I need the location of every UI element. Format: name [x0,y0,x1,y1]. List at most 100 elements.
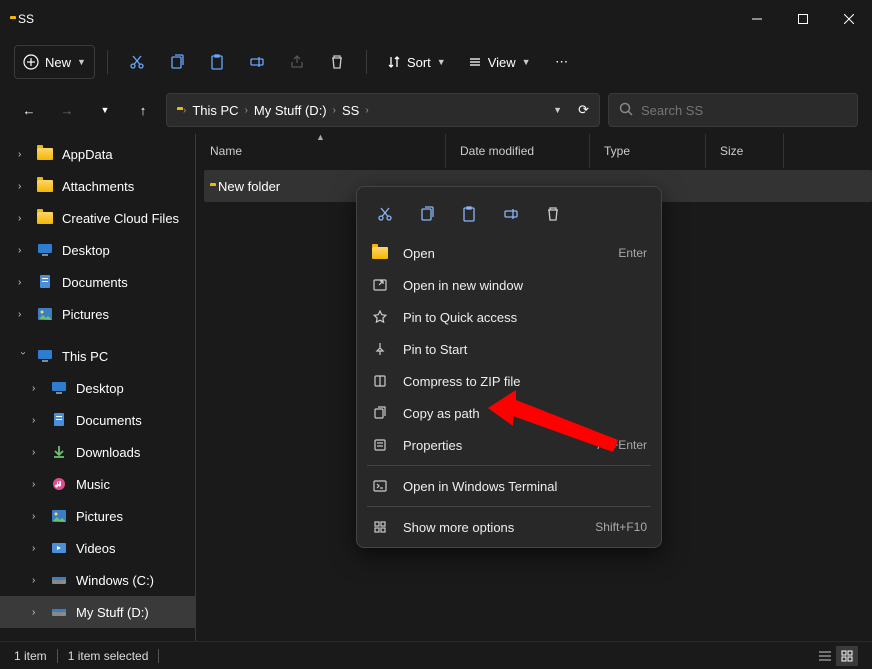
chevron-icon[interactable]: › [32,543,42,554]
cm-copy-button[interactable] [409,197,445,231]
chevron-icon[interactable]: › [32,511,42,522]
pin-icon [371,342,389,356]
column-type[interactable]: Type [590,134,706,168]
sidebar-item[interactable]: › Creative Cloud Files [0,202,195,234]
cm-cut-button[interactable] [367,197,403,231]
chevron-icon[interactable]: › [18,245,28,256]
pc-icon [36,349,54,363]
column-size[interactable]: Size [706,134,784,168]
videos-icon [50,541,68,555]
sidebar-item[interactable]: ›Windows (C:) [0,564,195,596]
cm-show-more[interactable]: Show more optionsShift+F10 [357,511,661,543]
cm-pin-quick-access[interactable]: Pin to Quick access [357,301,661,333]
sort-button[interactable]: Sort ▼ [379,45,454,79]
column-date[interactable]: Date modified [446,134,590,168]
sidebar-item-thispc[interactable]: › This PC [0,340,195,372]
chevron-icon[interactable]: › [18,277,28,288]
copy-button[interactable] [160,45,194,79]
view-label: View [488,55,516,70]
cm-delete-button[interactable] [535,197,571,231]
sidebar-item[interactable]: › Desktop [0,234,195,266]
rename-button[interactable] [240,45,274,79]
forward-button[interactable]: → [52,95,82,125]
chevron-icon[interactable]: › [32,607,42,618]
cm-open-new-window[interactable]: Open in new window [357,269,661,301]
up-button[interactable]: ↑ [128,95,158,125]
breadcrumb[interactable]: › This PC › My Stuff (D:) › SS › ▼ ⟳ [166,93,600,127]
sidebar-item[interactable]: ›Videos [0,532,195,564]
sidebar-item[interactable]: › Desktop [0,372,195,404]
paste-button[interactable] [200,45,234,79]
new-button[interactable]: New ▼ [14,45,95,79]
tree-label: This PC [62,349,108,364]
chevron-icon[interactable]: › [32,575,42,586]
address-bar: ← → ▼ ↑ › This PC › My Stuff (D:) › SS ›… [0,86,872,134]
more-button[interactable]: ⋯ [545,45,579,79]
view-button[interactable]: View ▼ [460,45,539,79]
thumbnails-view-button[interactable] [836,646,858,666]
selected-count: 1 item selected [68,649,149,663]
cm-rename-button[interactable] [493,197,529,231]
search-input[interactable] [641,103,847,118]
cm-paste-button[interactable] [451,197,487,231]
delete-button[interactable] [320,45,354,79]
details-view-button[interactable] [814,646,836,666]
sidebar-item[interactable]: ›Documents [0,404,195,436]
sidebar-item[interactable]: ›AppData [0,138,195,170]
cm-copy-as-path[interactable]: Copy as path [357,397,661,429]
sidebar-item[interactable]: ›Pictures [0,500,195,532]
minimize-button[interactable] [734,3,780,35]
breadcrumb-part[interactable]: This PC [192,103,238,118]
folder-icon [36,212,54,224]
sidebar-item[interactable]: ›My Stuff (D:) [0,596,195,628]
chevron-icon[interactable]: › [18,309,28,320]
cm-pin-start[interactable]: Pin to Start [357,333,661,365]
chevron-icon[interactable]: › [18,149,28,160]
recent-button[interactable]: ▼ [90,95,120,125]
chevron-icon[interactable]: › [32,415,42,426]
cm-open[interactable]: OpenEnter [357,237,661,269]
window-icon [371,278,389,292]
chevron-icon[interactable]: › [32,383,42,394]
tree-label: Desktop [76,381,124,396]
chevron-icon[interactable]: › [18,181,28,192]
chevron-down-icon: ▼ [77,57,86,67]
pictures-icon [36,307,54,321]
sidebar: ›AppData›Attachments›Creative Cloud File… [0,134,195,641]
breadcrumb-part[interactable]: SS [342,103,359,118]
properties-icon [371,438,389,452]
chevron-icon[interactable]: › [32,479,42,490]
sidebar-item[interactable]: ›Documents [0,266,195,298]
music-icon [50,477,68,491]
tree-label: Creative Cloud Files [62,211,179,226]
sidebar-item[interactable]: › Attachments [0,170,195,202]
chevron-icon[interactable]: › [32,447,42,458]
cm-open-terminal[interactable]: Open in Windows Terminal [357,470,661,502]
cut-button[interactable] [120,45,154,79]
search-box[interactable] [608,93,858,127]
tree-label: Downloads [76,445,140,460]
maximize-button[interactable] [780,3,826,35]
sidebar-item[interactable]: › Downloads [0,436,195,468]
cm-compress-zip[interactable]: Compress to ZIP file [357,365,661,397]
breadcrumb-part[interactable]: My Stuff (D:) [254,103,327,118]
context-menu: OpenEnter Open in new window Pin to Quic… [356,186,662,548]
column-name[interactable]: Name▲ [196,134,446,168]
share-button[interactable] [280,45,314,79]
documents-icon [50,412,68,428]
close-button[interactable] [826,3,872,35]
refresh-button[interactable]: ⟳ [578,102,589,118]
sort-indicator-icon: ▲ [316,132,325,142]
sidebar-item[interactable]: ›Pictures [0,298,195,330]
chevron-icon[interactable]: › [18,351,29,361]
tree-label: Attachments [62,179,134,194]
tree-label: Desktop [62,243,110,258]
chevron-down-icon[interactable]: ▼ [553,105,562,115]
sidebar-item[interactable]: ›Music [0,468,195,500]
back-button[interactable]: ← [14,95,44,125]
title-bar: SS [0,0,872,38]
drive-icon [50,606,68,618]
cm-properties[interactable]: PropertiesAlt+Enter [357,429,661,461]
file-name: New folder [218,179,280,194]
chevron-icon[interactable]: › [18,213,28,224]
